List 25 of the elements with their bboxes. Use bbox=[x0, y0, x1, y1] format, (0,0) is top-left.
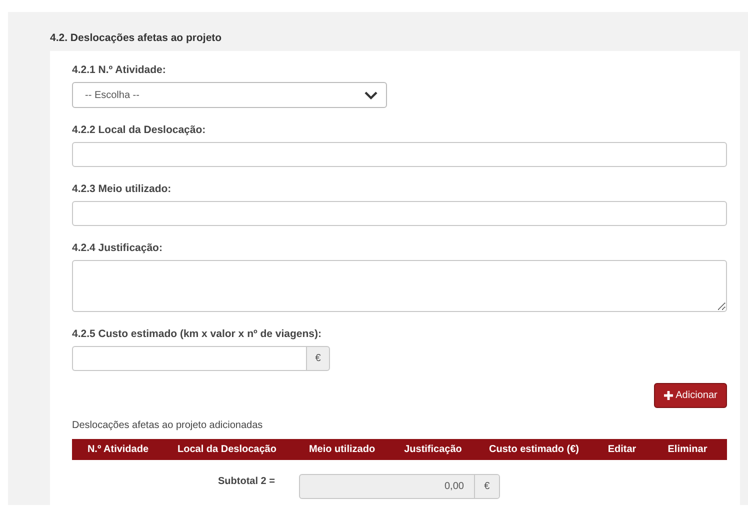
chevron-down-icon bbox=[364, 90, 378, 100]
subtotal-field: 0,00 € bbox=[298, 474, 500, 499]
column-header: Editar bbox=[606, 444, 638, 455]
column-header: Justificação bbox=[403, 444, 463, 455]
euro-addon: € bbox=[306, 346, 330, 371]
activity-select[interactable]: -- Escolha -- bbox=[72, 82, 387, 108]
column-header: N.º Atividade bbox=[86, 444, 150, 455]
field-label: 4.2.3 Meio utilizado: bbox=[72, 183, 172, 195]
cost-field[interactable] bbox=[72, 346, 306, 371]
section-title: 4.2. Deslocações afetas ao projeto bbox=[50, 32, 222, 44]
field-label: 4.2.5 Custo estimado (km x valor x nº de viagens): bbox=[72, 328, 322, 340]
add-button[interactable]: Adicionar bbox=[654, 383, 727, 408]
field-label: 4.2.4 Justificação: bbox=[72, 242, 162, 254]
field-label: 4.2.2 Local da Deslocação: bbox=[72, 124, 206, 136]
column-header: Custo estimado (€) bbox=[488, 444, 580, 455]
subtotal-label: Subtotal 2 = bbox=[218, 476, 275, 487]
column-header: Local da Deslocação bbox=[176, 444, 278, 455]
column-header: Eliminar bbox=[666, 444, 708, 455]
text-field[interactable] bbox=[72, 142, 727, 167]
table-caption: Deslocações afetas ao projeto adicionadas bbox=[72, 420, 263, 431]
field-label: 4.2.1 N.º Atividade: bbox=[72, 64, 166, 76]
text-field[interactable] bbox=[72, 201, 727, 226]
plus-icon bbox=[664, 391, 673, 400]
column-header: Meio utilizado bbox=[308, 444, 376, 455]
textarea-field[interactable] bbox=[72, 260, 727, 312]
